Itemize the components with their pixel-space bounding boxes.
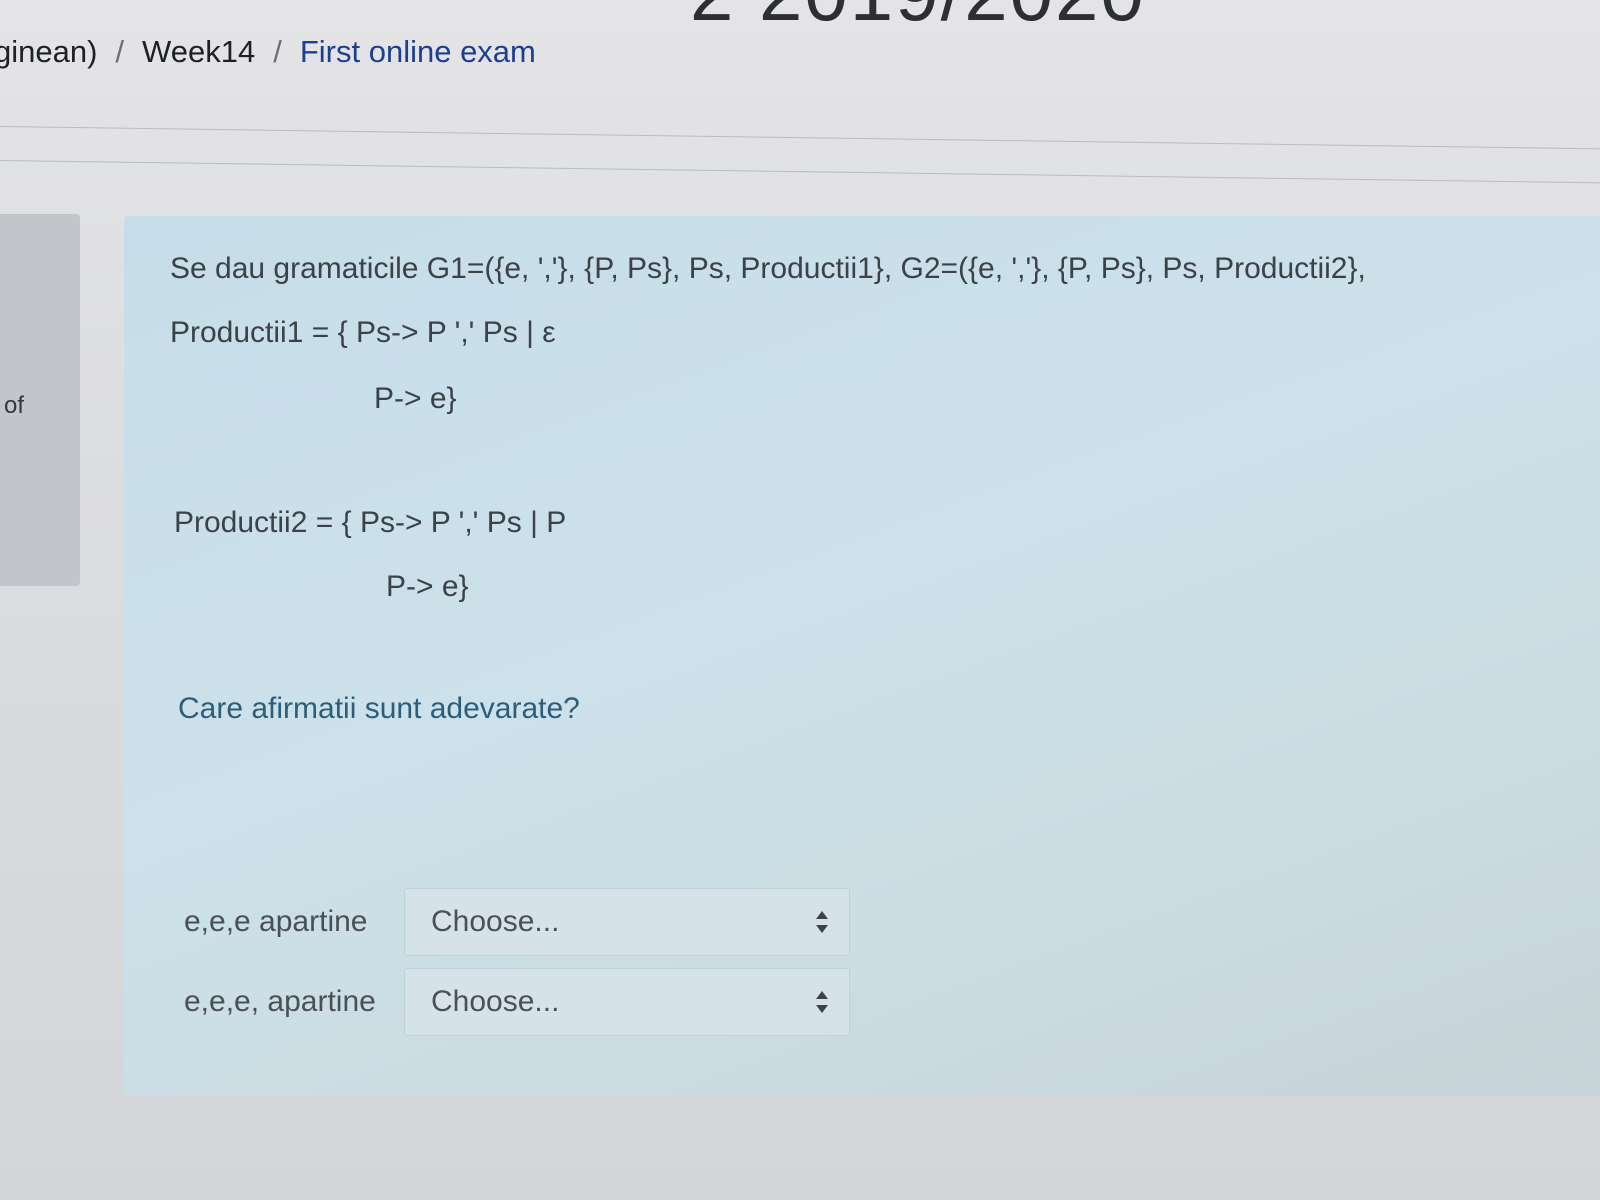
breadcrumb-item-week14[interactable]: Week14 — [142, 34, 255, 69]
up-down-arrows-icon — [815, 909, 829, 935]
divider — [0, 160, 1600, 184]
question-info-text: of — [4, 392, 25, 419]
question-info-panel: of — [0, 214, 80, 586]
breadcrumb-item-exam[interactable]: First online exam — [300, 34, 536, 69]
answer-row: e,e,e, apartine Choose... — [184, 966, 850, 1038]
breadcrumb-item-course[interactable]: ginean) — [0, 34, 97, 69]
breadcrumb-separator: / — [115, 34, 125, 69]
question-prompt: Care afirmatii sunt adevarate? — [178, 692, 580, 725]
answer-label: e,e,e, apartine — [184, 985, 376, 1018]
select-value: Choose... — [431, 905, 560, 938]
course-title: 2 2019/2020 — [690, 0, 1146, 39]
answer-select[interactable]: Choose... — [404, 888, 850, 956]
answer-label: e,e,e apartine — [184, 905, 368, 938]
breadcrumb-separator: / — [273, 34, 282, 69]
select-value: Choose... — [431, 985, 560, 1018]
up-down-arrows-icon — [815, 989, 829, 1015]
productii2-line1: Productii2 = { Ps-> P ',' Ps | P — [174, 506, 567, 539]
productii1-line1: Productii1 = { Ps-> P ',' Ps | ε — [170, 316, 556, 349]
divider — [0, 126, 1600, 150]
question-content: Se dau gramaticile G1=({e, ','}, {P, Ps}… — [124, 216, 1600, 1096]
question-intro-text: Se dau gramaticile G1=({e, ','}, {P, Ps}… — [170, 252, 1366, 285]
productii1-line2: P-> e} — [374, 382, 457, 415]
breadcrumb: ginean) / Week14 / First online exam — [0, 34, 536, 70]
productii2-line2: P-> e} — [386, 570, 469, 603]
answer-row: e,e,e apartine Choose... — [184, 886, 850, 958]
answer-select[interactable]: Choose... — [404, 968, 850, 1036]
